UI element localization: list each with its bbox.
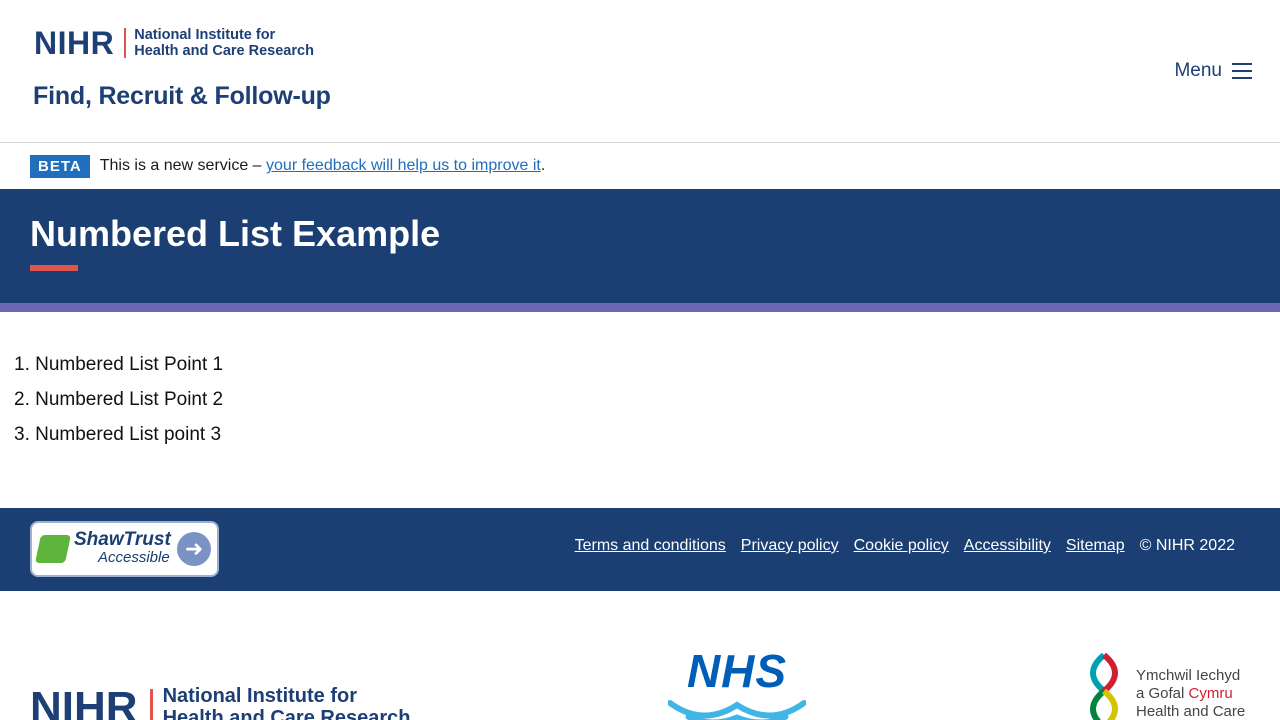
partner-nihr-logo[interactable]: NIHR National Institute for Health and C… — [30, 685, 410, 720]
partner-hcrw-logo[interactable]: Ymchwil Iechyd a Gofal Cymru Health and … — [1082, 653, 1262, 720]
shaw-trust-subtitle: Accessible — [98, 549, 170, 566]
hcrw-text: Ymchwil Iechyd a Gofal Cymru Health and … — [1136, 667, 1245, 720]
terms-link[interactable]: Terms and conditions — [575, 537, 726, 555]
shaw-trust-text: ShawTrust Accessible — [74, 529, 171, 567]
list-item: 3. Numbered List point 3 — [14, 424, 222, 445]
nihr-logo[interactable]: NIHR National Institute for Health and C… — [34, 26, 314, 60]
privacy-link[interactable]: Privacy policy — [741, 537, 839, 555]
main-content: 1. Numbered List Point 1 2. Numbered Lis… — [14, 352, 223, 457]
sitemap-link[interactable]: Sitemap — [1066, 537, 1125, 555]
beta-text-end: . — [540, 157, 546, 174]
logo-text: National Institute for Health and Care R… — [134, 27, 314, 59]
footer-nav: Terms and conditions Privacy policy Cook… — [575, 537, 1235, 555]
numbered-list: 1. Numbered List Point 1 2. Numbered Lis… — [14, 352, 223, 457]
feedback-link[interactable]: your feedback will help us to improve it — [266, 157, 541, 175]
partner-nihr-line-1: National Institute for — [162, 685, 358, 707]
helix-icon — [1090, 653, 1118, 720]
page-hero: Numbered List Example — [0, 189, 1280, 303]
cookie-link[interactable]: Cookie policy — [854, 537, 949, 555]
hcrw-line-2b: Cymru — [1188, 685, 1233, 702]
page-title: Numbered List Example — [30, 213, 441, 254]
copyright: © NIHR 2022 — [1139, 537, 1235, 554]
shaw-trust-badge[interactable]: ShawTrust Accessible ➜ — [30, 521, 219, 577]
accessibility-link[interactable]: Accessibility — [964, 537, 1051, 555]
hero-stripe — [0, 303, 1280, 312]
shaw-trust-title: ShawTrust — [74, 529, 171, 550]
logo-line-1: National Institute for — [134, 27, 276, 43]
nhs-wave-icon — [668, 700, 806, 720]
hcrw-line-1: Ymchwil Iechyd — [1136, 667, 1241, 684]
beta-badge: BETA — [30, 154, 90, 178]
arrow-right-icon: ➜ — [177, 532, 211, 566]
hamburger-icon — [1232, 63, 1252, 79]
partner-logos: NIHR National Institute for Health and C… — [0, 591, 1280, 720]
nhs-wordmark: NHS — [686, 645, 788, 697]
list-item: 2. Numbered List Point 2 — [14, 389, 224, 410]
site-header: NIHR National Institute for Health and C… — [0, 0, 1280, 143]
service-name[interactable]: Find, Recruit & Follow-up — [33, 82, 331, 111]
hcrw-line-3: Health and Care — [1136, 703, 1246, 720]
title-underline — [30, 265, 78, 271]
partner-nihr-mark: NIHR — [30, 683, 138, 720]
logo-mark: NIHR — [34, 25, 115, 61]
beta-banner: BETA This is a new service – your feedba… — [0, 143, 1280, 189]
site-footer: ShawTrust Accessible ➜ Terms and conditi… — [0, 508, 1280, 591]
menu-label: Menu — [1174, 60, 1222, 81]
partner-nihr-line-2: Health and Care Research — [162, 707, 411, 720]
menu-button[interactable]: Menu — [1174, 60, 1252, 82]
partner-nhs-logo[interactable]: NHS — [668, 645, 806, 720]
partner-nihr-divider — [149, 689, 153, 720]
logo-divider — [124, 28, 127, 58]
logo-line-2: Health and Care Research — [134, 43, 314, 59]
partner-nihr-text: National Institute for Health and Care R… — [163, 685, 411, 720]
shaw-trust-leaf-icon — [35, 535, 71, 563]
list-item: 1. Numbered List Point 1 — [14, 354, 224, 375]
hcrw-line-2a: a Gofal — [1136, 685, 1189, 702]
beta-text: This is a new service – — [99, 157, 267, 174]
